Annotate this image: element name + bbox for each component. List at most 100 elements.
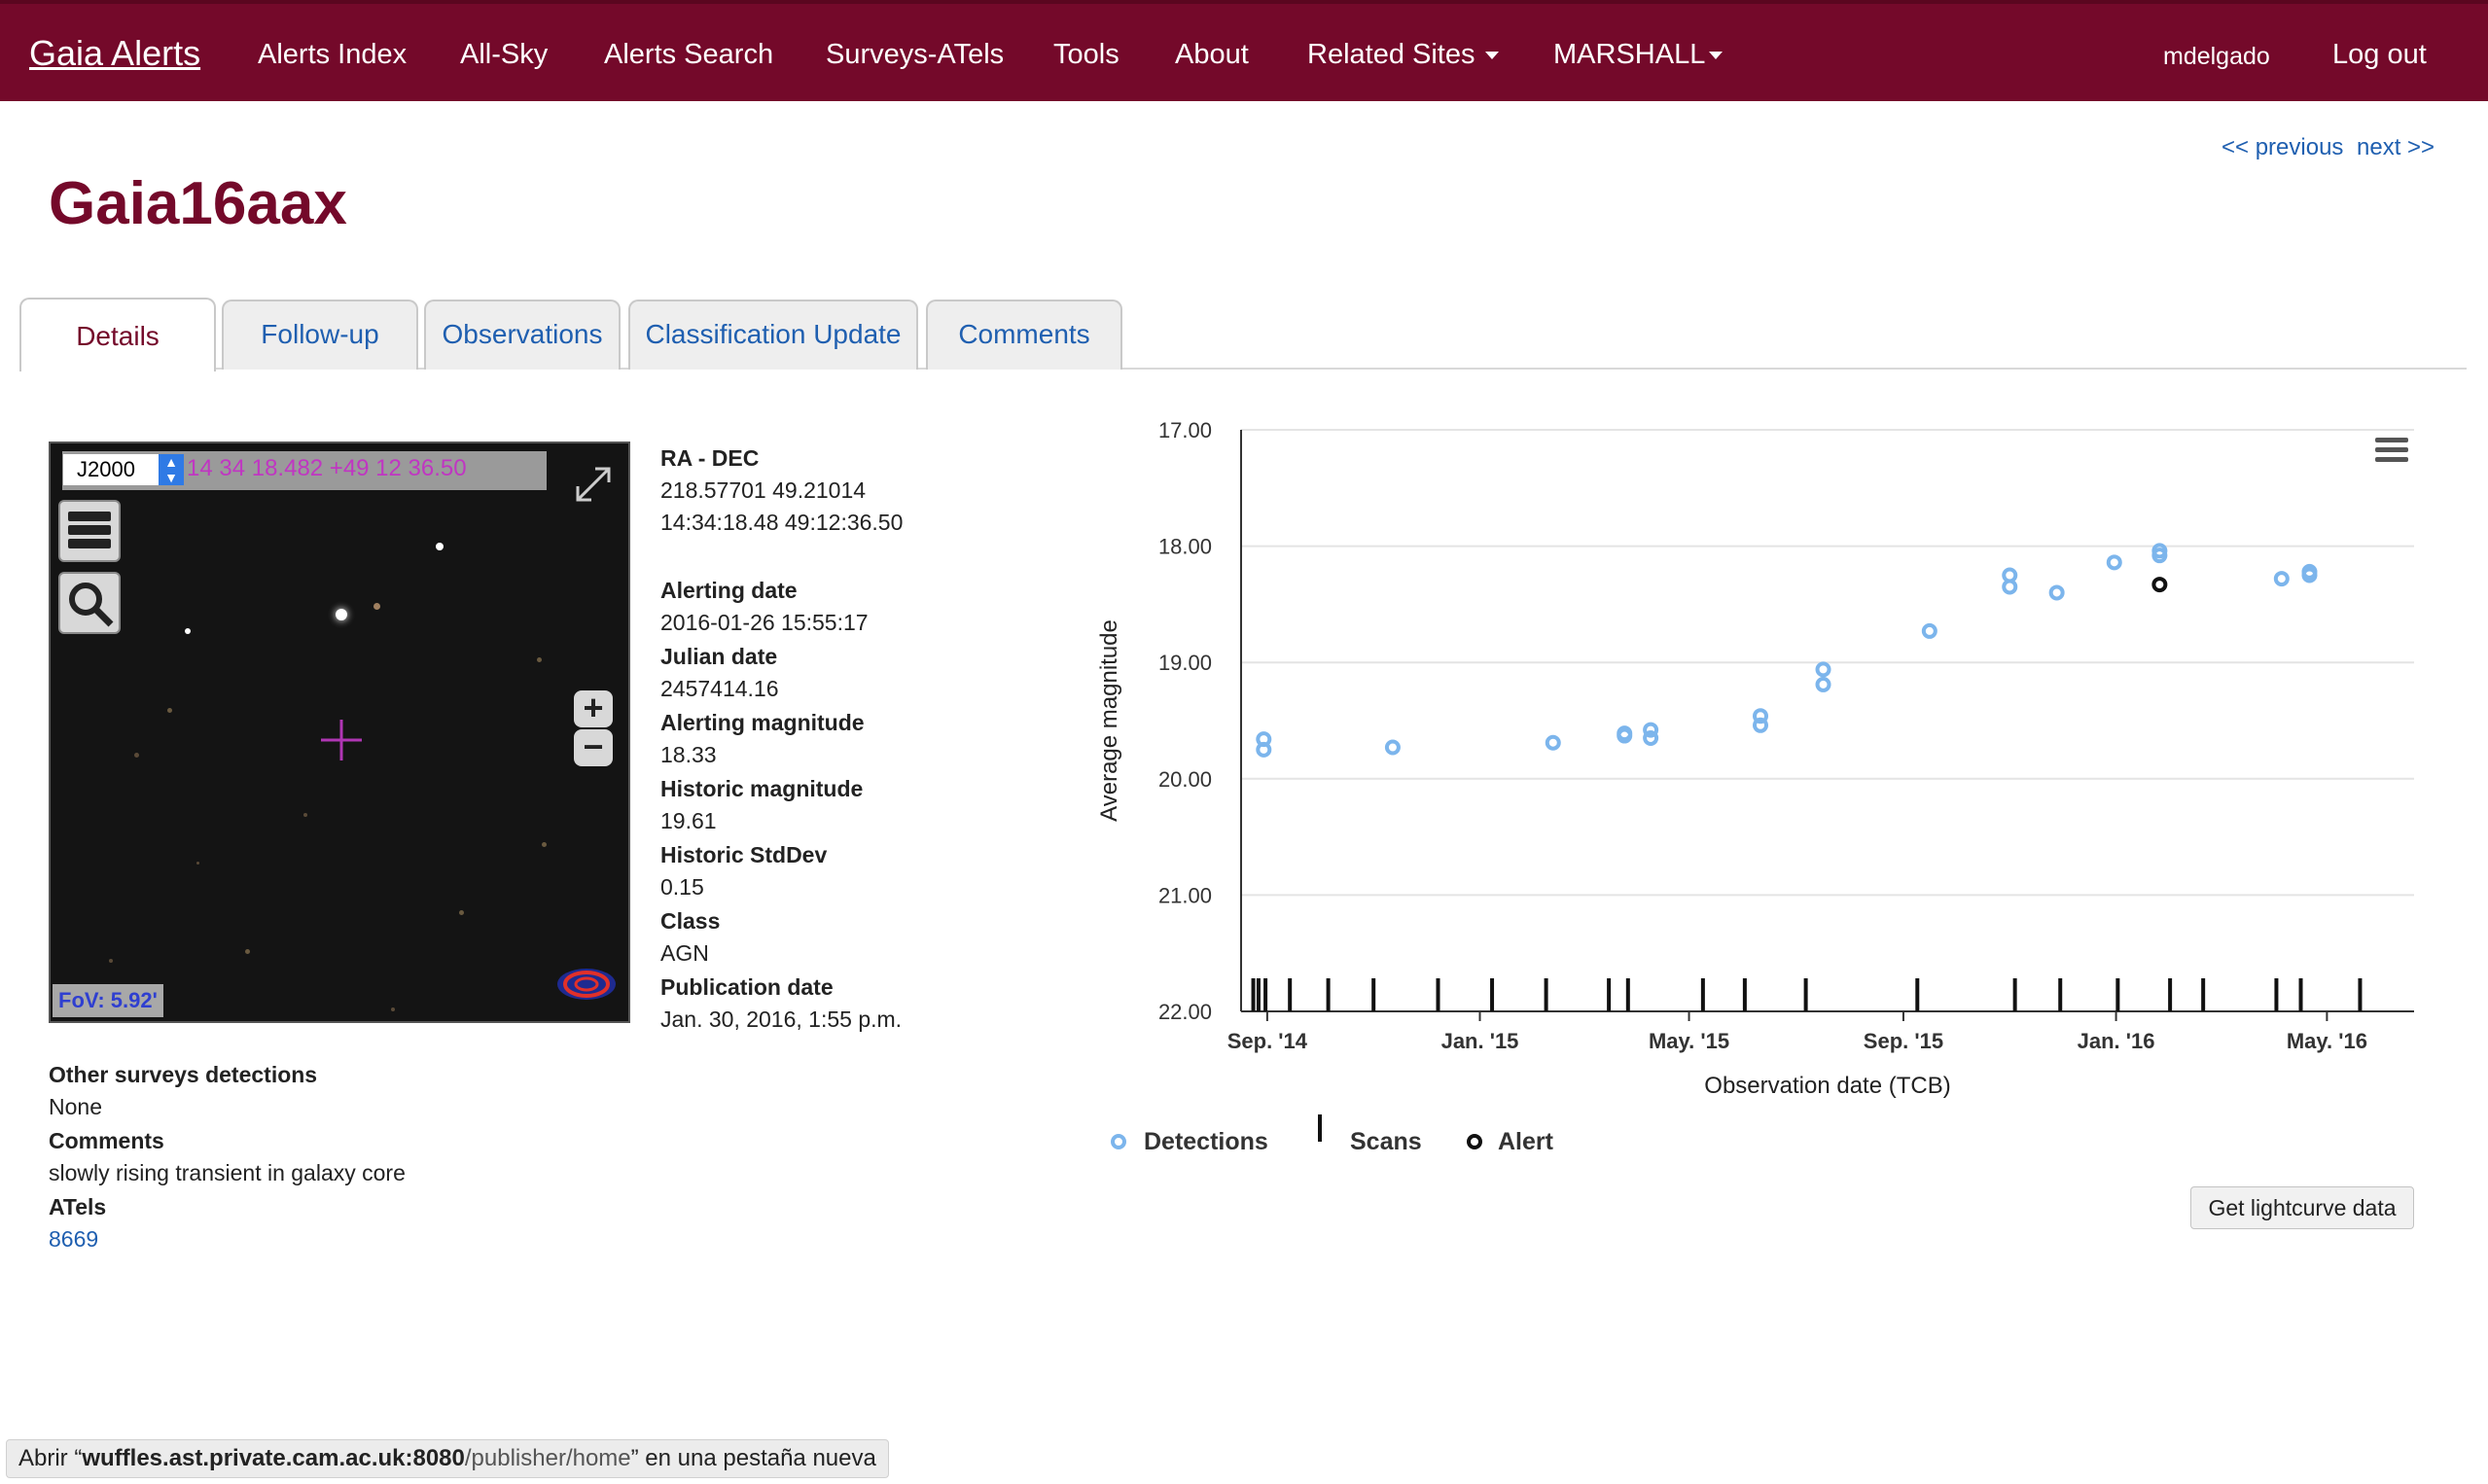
user-name[interactable]: mdelgado [2163, 43, 2270, 71]
fov-readout: FoV: 5.92' [53, 984, 163, 1017]
x-axis-title: Observation date (TCB) [1704, 1073, 1950, 1099]
logout-link[interactable]: Log out [2332, 39, 2427, 71]
legend-detections-label: Detections [1144, 1128, 1268, 1155]
sky-image-viewer[interactable]: J2000 ▲ ▼ 14 34 18.482 +49 12 36.50 + − F… [49, 442, 630, 1023]
y-tick-label: 20.00 [1158, 767, 1212, 792]
x-tick-label: Jan. '16 [2078, 1029, 2155, 1053]
detection-point [1643, 722, 1659, 738]
y-tick-label: 22.00 [1158, 1000, 1212, 1024]
aladin-logo-icon [557, 969, 616, 1000]
nav-about[interactable]: About [1175, 39, 1249, 71]
previous-link[interactable]: << previous [2221, 134, 2343, 161]
legend-alert-symbol [1467, 1134, 1482, 1149]
star [373, 603, 380, 610]
comments-value: slowly rising transient in galaxy core [49, 1160, 406, 1185]
nav-marshall-label: MARSHALL [1553, 39, 1706, 70]
ra-dec-degrees: 218.57701 49.21014 [660, 477, 867, 503]
alerting-mag-value: 18.33 [660, 742, 717, 767]
ra-dec-label: RA - DEC [660, 445, 760, 471]
pub-date-label: Publication date [660, 974, 834, 1000]
fullscreen-icon[interactable] [570, 461, 617, 508]
nav-marshall[interactable]: MARSHALL [1553, 39, 1724, 71]
y-tick-label: 19.00 [1158, 651, 1212, 675]
detection-point [1256, 741, 1272, 758]
star [167, 708, 172, 713]
tab-observations[interactable]: Observations [424, 300, 621, 370]
detection-point [1384, 739, 1401, 756]
tab-follow-up[interactable]: Follow-up [222, 300, 418, 370]
historic-std-value: 0.15 [660, 874, 704, 900]
other-surveys-label: Other surveys detections [49, 1062, 318, 1087]
star [336, 609, 347, 620]
star [303, 813, 307, 817]
other-surveys-value: None [49, 1094, 102, 1119]
frame-select[interactable]: J2000 ▲ ▼ [62, 453, 185, 486]
x-tick-label: May. '16 [2287, 1029, 2367, 1053]
detection-point [1617, 725, 1633, 742]
comments-label: Comments [49, 1128, 164, 1153]
historic-mag-label: Historic magnitude [660, 776, 864, 801]
top-navbar: Gaia Alerts Alerts Index All-Sky Alerts … [0, 0, 2488, 101]
nav-alerts-index[interactable]: Alerts Index [258, 39, 407, 71]
coords-readout: 14 34 18.482 +49 12 36.50 [187, 455, 467, 481]
star [245, 949, 250, 954]
nav-all-sky[interactable]: All-Sky [460, 39, 548, 71]
atel-link[interactable]: 8669 [49, 1226, 98, 1253]
browser-status-bar: Abrir “wuffles.ast.private.cam.ac.uk:808… [6, 1439, 889, 1478]
nav-related-sites-label: Related Sites [1307, 39, 1475, 70]
layers-icon[interactable] [58, 500, 121, 562]
y-tick-label: 17.00 [1158, 418, 1212, 442]
legend-alert-label: Alert [1498, 1128, 1554, 1155]
detection-point [1815, 661, 1831, 678]
detection-point [2301, 567, 2318, 583]
tab-comments[interactable]: Comments [926, 300, 1122, 370]
nav-related-sites[interactable]: Related Sites [1307, 39, 1499, 71]
brand-link[interactable]: Gaia Alerts [29, 33, 200, 74]
chart-menu-icon[interactable] [2375, 438, 2412, 465]
crosshair-icon [321, 720, 362, 760]
status-prefix: Abrir “ [18, 1445, 83, 1471]
alerting-date-label: Alerting date [660, 578, 798, 603]
next-link[interactable]: next >> [2357, 134, 2435, 161]
star [196, 862, 199, 865]
star [537, 657, 542, 662]
page-title: Gaia16aax [49, 170, 347, 237]
nav-alerts-search[interactable]: Alerts Search [604, 39, 773, 71]
atels-label: ATels [49, 1194, 107, 1219]
zoom-in-button[interactable]: + [574, 690, 613, 727]
ra-dec-sexagesimal: 14:34:18.48 49:12:36.50 [660, 510, 904, 535]
search-icon[interactable] [58, 572, 121, 634]
julian-date-label: Julian date [660, 644, 778, 669]
status-path: /publisher/home [464, 1445, 631, 1471]
nav-tools[interactable]: Tools [1053, 39, 1120, 71]
star [542, 842, 547, 847]
tab-details[interactable]: Details [19, 298, 216, 371]
detection-point [2106, 554, 2122, 571]
nav-surveys-atels[interactable]: Surveys-ATels [826, 39, 1004, 71]
historic-mag-value: 19.61 [660, 808, 717, 833]
alerting-date-value: 2016-01-26 15:55:17 [660, 610, 869, 635]
y-tick-label: 21.00 [1158, 883, 1212, 907]
tab-classification-update[interactable]: Classification Update [628, 300, 918, 370]
class-label: Class [660, 908, 721, 934]
legend-detections-symbol [1111, 1134, 1126, 1149]
chevron-down-icon [1709, 52, 1724, 60]
star [134, 753, 139, 758]
detection-point [1921, 622, 1937, 639]
y-tick-label: 18.00 [1158, 535, 1212, 559]
detection-point [2273, 571, 2290, 587]
x-tick-label: May. '15 [1649, 1029, 1729, 1053]
star [391, 1007, 395, 1011]
detection-point [1815, 676, 1831, 692]
legend-scans-label: Scans [1350, 1128, 1422, 1155]
detection-point [1753, 717, 1769, 733]
get-lightcurve-button[interactable]: Get lightcurve data [2190, 1186, 2414, 1229]
star [185, 628, 191, 634]
detection-point [2002, 579, 2018, 595]
x-tick-label: Jan. '15 [1441, 1029, 1519, 1053]
julian-date-value: 2457414.16 [660, 676, 779, 701]
zoom-out-button[interactable]: − [574, 729, 613, 766]
alert-point [2151, 577, 2168, 593]
pub-date-value: Jan. 30, 2016, 1:55 p.m. [660, 1007, 903, 1032]
x-tick-label: Sep. '15 [1864, 1029, 1943, 1053]
